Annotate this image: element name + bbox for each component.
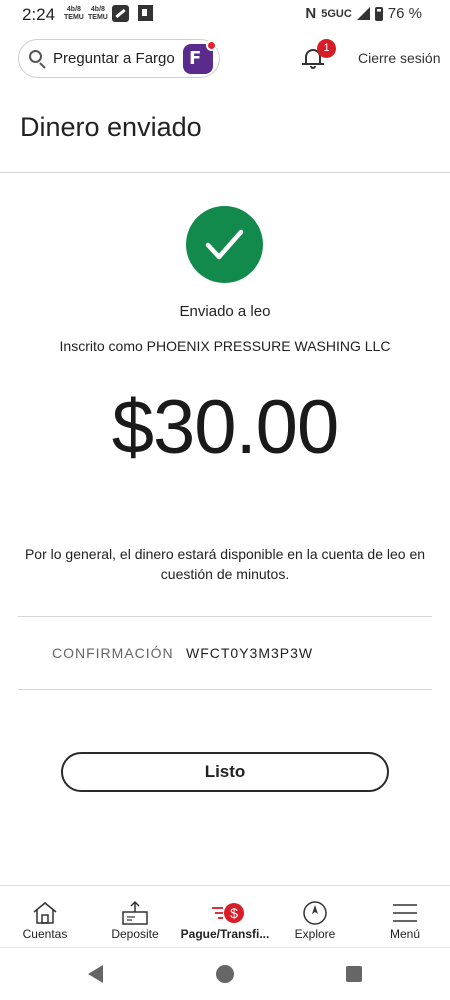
- home-icon[interactable]: [216, 965, 234, 983]
- nav-item-explore[interactable]: Explore: [270, 886, 360, 948]
- back-icon[interactable]: [88, 965, 103, 983]
- page-title: Dinero enviado: [20, 112, 202, 142]
- divider: [18, 616, 432, 617]
- battery-percent: 76 %: [387, 5, 422, 22]
- status-bar: 2:24 4b/8 TEMU 4b/8 TEMU N 5GUC 76 %: [0, 0, 450, 30]
- nav-item-accounts[interactable]: Cuentas: [0, 886, 90, 948]
- app-notification-icon: [112, 5, 129, 22]
- house-icon: [31, 900, 59, 926]
- temu-notification-icon: 4b/8 TEMU: [88, 6, 108, 21]
- logout-link[interactable]: Cierre sesión: [358, 50, 440, 66]
- nav-item-deposit[interactable]: Deposite: [90, 886, 180, 948]
- success-check-icon: [186, 206, 263, 283]
- bottom-nav: Cuentas Deposite $ Pague/Transfi... Expl…: [0, 886, 450, 948]
- nav-label: Deposite: [111, 927, 159, 941]
- sent-to-recipient: Enviado a leo: [179, 303, 271, 320]
- svg-text:$: $: [230, 905, 238, 921]
- confirmation-number: WFCT0Y3M3P3W: [186, 645, 314, 661]
- recent-apps-icon[interactable]: [346, 966, 362, 982]
- nav-item-menu[interactable]: Menú: [360, 886, 450, 948]
- status-right: N 5GUC 76 %: [305, 5, 422, 22]
- divider: [18, 689, 432, 690]
- signal-icon: [356, 7, 370, 20]
- title-divider: [0, 172, 450, 173]
- nav-item-pay-transfer[interactable]: $ Pague/Transfi...: [180, 886, 270, 948]
- nav-label: Menú: [389, 927, 421, 941]
- deposit-icon: [121, 900, 149, 926]
- status-time: 2:24: [22, 5, 56, 24]
- network-type: 5GUC: [321, 7, 352, 20]
- done-button[interactable]: Listo: [61, 752, 389, 792]
- temu-notification-icon: 4b/8 TEMU: [64, 6, 84, 21]
- search-icon: [29, 49, 47, 69]
- compass-icon: [301, 900, 329, 926]
- hamburger-menu-icon: [391, 900, 419, 926]
- battery-icon: [374, 6, 383, 21]
- enrolled-as: Inscrito como PHOENIX PRESSURE WASHING L…: [59, 338, 391, 354]
- confirmation-label: CONFIRMACIÓN: [52, 645, 174, 661]
- availability-note: Por lo general, el dinero estará disponi…: [24, 546, 426, 582]
- nfc-icon: N: [305, 5, 317, 22]
- ask-fargo-search[interactable]: Preguntar a Fargo F: [18, 39, 220, 78]
- fargo-assistant-icon: F: [183, 40, 217, 74]
- nav-label: Cuentas: [22, 927, 68, 941]
- pay-transfer-icon: $: [211, 900, 244, 926]
- notification-badge: 1: [317, 39, 336, 58]
- flipboard-notification-icon: [138, 5, 153, 21]
- nav-label: Explore: [294, 927, 336, 941]
- ask-fargo-label: Preguntar a Fargo: [53, 50, 175, 67]
- amount-sent: $30.00: [111, 385, 339, 470]
- nav-label: Pague/Transfi...: [180, 927, 270, 941]
